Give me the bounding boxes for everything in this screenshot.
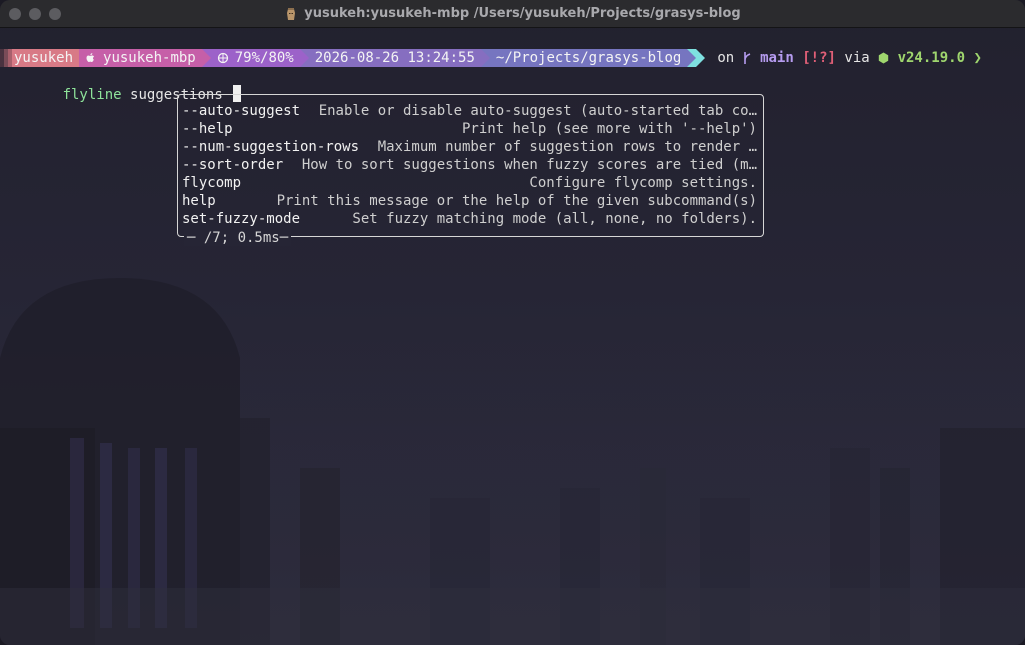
- window-controls: [9, 8, 61, 20]
- prompt-fade-start: [0, 49, 12, 67]
- prompt-datetime: 2026-08-26 13:24:55: [314, 50, 475, 66]
- suggestion-name: --sort-order: [182, 157, 284, 173]
- suggestion-description: Set fuzzy matching mode (all, none, no f…: [352, 211, 757, 227]
- prompt-git-status: [!?]: [802, 50, 836, 66]
- prompt-user-segment: yusukeh: [12, 49, 80, 67]
- suggestion-row[interactable]: set-fuzzy-mode Set fuzzy matching mode (…: [182, 210, 757, 228]
- suggestion-row[interactable]: --num-suggestion-rows Maximum number of …: [182, 138, 757, 156]
- command-name: flyline: [62, 87, 122, 103]
- prompt-path: ~/Projects/grasys-blog: [495, 50, 682, 66]
- minimize-window-button[interactable]: [29, 8, 41, 20]
- suggestion-description: Enable or disable auto-suggest (auto-sta…: [318, 103, 757, 119]
- prompt-chevron: ❯: [973, 50, 982, 66]
- prompt-battery-segment: 79%/80%: [210, 49, 300, 67]
- suggestions-footer: ─ /7; 0.5ms─: [184, 230, 292, 246]
- prompt-git-info: on main [!?] via v24.19.0 ❯: [705, 49, 982, 67]
- prompt-separator: [480, 49, 490, 67]
- suggestion-name: help: [182, 193, 216, 209]
- prompt-separator: [687, 49, 697, 67]
- prompt-path-segment: ~/Projects/grasys-blog: [489, 49, 688, 67]
- prompt-time-segment: 2026-08-26 13:24:55: [308, 49, 481, 67]
- close-window-button[interactable]: [9, 8, 21, 20]
- suggestion-name: set-fuzzy-mode: [182, 211, 301, 227]
- suggestion-description: Print help (see more with '--help'): [461, 121, 757, 137]
- terminal-content[interactable]: yusukeh yusukeh-mbp 79%/80% 2026-08-26 1…: [0, 28, 1025, 645]
- prompt-end-arrow: [696, 49, 706, 67]
- git-branch-icon: [743, 52, 750, 64]
- suggestion-description: Configure flycomp settings.: [529, 175, 757, 191]
- prompt-separator: [299, 49, 309, 67]
- suggestion-name: flycomp: [182, 175, 242, 191]
- suggestion-description: Maximum number of suggestion rows to ren…: [377, 139, 757, 155]
- suggestion-row[interactable]: flycomp Configure flycomp settings.: [182, 174, 757, 192]
- memory-gauge-icon: [217, 52, 228, 64]
- suggestion-row[interactable]: help Print this message or the help of t…: [182, 192, 757, 210]
- suggestions-popup: --auto-suggest Enable or disable auto-su…: [177, 94, 764, 246]
- zoom-window-button[interactable]: [49, 8, 61, 20]
- terminal-window: yusukeh:yusukeh-mbp /Users/yusukeh/Proje…: [0, 0, 1025, 645]
- prompt-branch: main: [760, 50, 794, 66]
- nodejs-icon: [878, 52, 889, 64]
- prompt-via-label: via: [844, 50, 870, 66]
- suggestion-row[interactable]: --auto-suggest Enable or disable auto-su…: [182, 102, 757, 120]
- prompt-on-label: on: [717, 50, 735, 66]
- title-bar[interactable]: yusukeh:yusukeh-mbp /Users/yusukeh/Proje…: [0, 0, 1025, 28]
- prompt-host-segment: yusukeh-mbp: [79, 49, 202, 67]
- prompt-host: yusukeh-mbp: [103, 50, 196, 66]
- suggestion-name: --num-suggestion-rows: [182, 139, 360, 155]
- prompt-user: yusukeh: [14, 50, 74, 66]
- suggestion-name: --help: [182, 121, 233, 137]
- suggestion-name: --auto-suggest: [182, 103, 301, 119]
- moai-icon: [287, 7, 296, 20]
- prompt-separator: [201, 49, 211, 67]
- suggestion-description: How to sort suggestions when fuzzy score…: [301, 157, 757, 173]
- prompt-node-version: v24.19.0: [897, 50, 965, 66]
- prompt-battery: 79%/80%: [234, 50, 294, 66]
- suggestion-row[interactable]: --help Print help (see more with '--help…: [182, 120, 757, 138]
- window-title-group: yusukeh:yusukeh-mbp /Users/yusukeh/Proje…: [284, 6, 741, 21]
- powerline-prompt: yusukeh yusukeh-mbp 79%/80% 2026-08-26 1…: [0, 49, 982, 67]
- suggestion-description: Print this message or the help of the gi…: [276, 193, 757, 209]
- window-title: yusukeh:yusukeh-mbp /Users/yusukeh/Proje…: [304, 6, 741, 21]
- suggestion-row[interactable]: --sort-order How to sort suggestions whe…: [182, 156, 757, 174]
- apple-icon: [86, 53, 95, 62]
